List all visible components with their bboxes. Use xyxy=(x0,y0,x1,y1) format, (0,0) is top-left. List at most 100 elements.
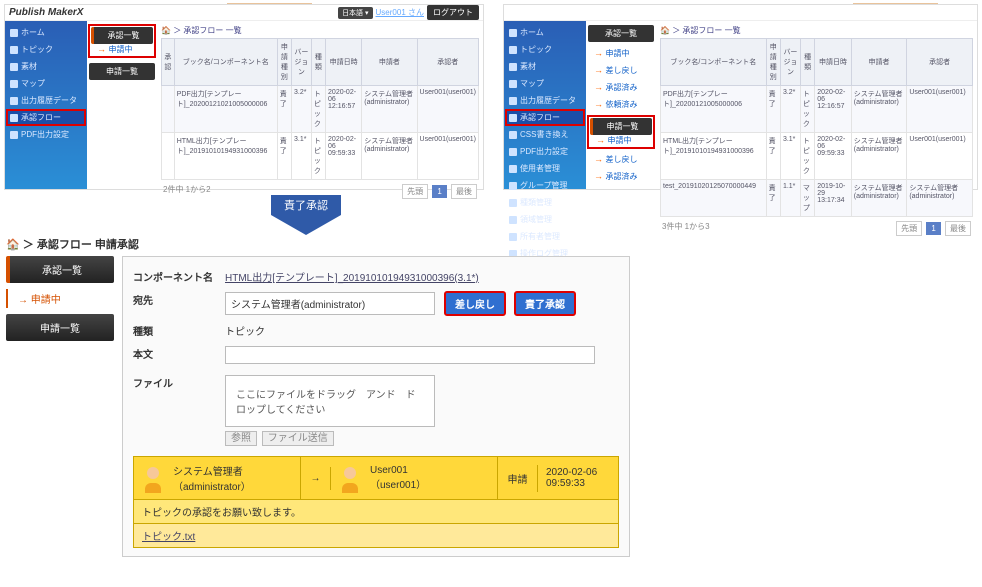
arrow-label: 責了承認 xyxy=(271,195,341,215)
approve-button[interactable]: 責了承認 xyxy=(515,292,575,315)
request-list-button[interactable]: 申請一覧 xyxy=(6,314,114,341)
approver-panel: Publish MakerX 日本語 ▾ User001 さん ログアウト ホー… xyxy=(4,4,484,190)
submenu: 承認一覧 → 申請中 → 差し戻し → 承認済み → 依頼済み 申請一覧 → 申… xyxy=(586,21,656,189)
pager-first[interactable]: 先頭 xyxy=(896,221,922,236)
pager-1[interactable]: 1 xyxy=(432,185,446,198)
sidebar-item-approval[interactable]: 承認フロー xyxy=(506,110,584,125)
submenu-pending-link[interactable]: → 申請中 xyxy=(91,44,153,55)
pending-link[interactable]: → 申請中 xyxy=(6,289,114,308)
breadcrumb: 🏠 ＞ 承認フロー 一覧 xyxy=(660,23,973,38)
l4[interactable]: → 依頼済み xyxy=(588,99,654,110)
sidebar-item-map[interactable]: マップ xyxy=(506,76,584,91)
to-user: User001（user001） xyxy=(370,465,426,491)
sidebar-item-css[interactable]: CSS書き換え xyxy=(506,127,584,142)
file-dropzone[interactable]: ここにファイルをドラッグ アンド ドロップしてください xyxy=(225,375,435,427)
label-body: 本文 xyxy=(133,346,215,361)
send-file-button[interactable]: ファイル送信 xyxy=(262,431,334,446)
user-link[interactable]: User001 さん xyxy=(376,7,424,18)
flow-message: トピックの承認をお願い致します。 xyxy=(134,499,618,523)
pager-last[interactable]: 最後 xyxy=(945,221,971,236)
output-icon xyxy=(10,97,18,105)
sidebar-item-home[interactable]: ホーム xyxy=(506,25,584,40)
approval-list-button[interactable]: 承認一覧 xyxy=(91,27,153,44)
home-icon xyxy=(10,29,18,37)
th[interactable]: 申請者 xyxy=(362,39,417,86)
approval-table: 承認 ブック名/コンポーネント名 申請種別 バージョン 種類 申請日時 申請者 … xyxy=(161,38,479,180)
l3[interactable]: → 承認済み xyxy=(588,82,654,93)
sidebar-item-pdf[interactable]: PDF出力設定 xyxy=(7,127,85,142)
approval-list-button[interactable]: 承認一覧 xyxy=(588,25,654,42)
th[interactable]: バージョン xyxy=(780,39,800,86)
approval-list-button[interactable]: 承認一覧 xyxy=(6,256,114,283)
sidebar-item-map[interactable]: マップ xyxy=(7,76,85,91)
to-input[interactable]: システム管理者(administrator) xyxy=(225,292,435,315)
area-icon xyxy=(509,216,517,224)
th[interactable]: 申請種別 xyxy=(766,39,780,86)
table-row[interactable]: HTML出力[テンプレート]_20191010194931000396責了3.1… xyxy=(162,133,479,180)
th[interactable]: 申請日時 xyxy=(326,39,362,86)
breadcrumb: 🏠 ＞ 承認フロー 申請承認 xyxy=(6,232,630,256)
flow-attachment[interactable]: トピック.txt xyxy=(134,523,618,547)
request-list-button[interactable]: 申請一覧 xyxy=(89,63,155,80)
sidebar: ホーム トピック 素材 マップ 出力履歴データ 承認フロー CSS書き換え PD… xyxy=(504,21,586,189)
logout-button[interactable]: ログアウト xyxy=(427,5,479,20)
home-icon: 🏠 xyxy=(161,26,171,35)
lang-switch[interactable]: 日本語 ▾ xyxy=(338,7,372,19)
pager-last[interactable]: 最後 xyxy=(451,184,477,199)
th[interactable]: 種類 xyxy=(800,39,814,86)
th[interactable]: 申請種別 xyxy=(277,39,291,86)
flow-time: 2020-02-06 09:59:33 xyxy=(538,461,618,495)
return-button[interactable]: 差し戻し xyxy=(445,292,505,315)
approval-icon xyxy=(10,114,18,122)
l6[interactable]: → 差し戻し xyxy=(588,154,654,165)
th[interactable]: ブック名/コンポーネント名 xyxy=(174,39,277,86)
sidebar-item-user[interactable]: 使用者管理 xyxy=(506,161,584,176)
sidebar-item-approval[interactable]: 承認フロー xyxy=(7,110,85,125)
approval-flow-box: システム管理者（administrator） → User001（user001… xyxy=(133,456,619,548)
sidebar-item-topic[interactable]: トピック xyxy=(7,42,85,57)
sidebar-item-home[interactable]: ホーム xyxy=(7,25,85,40)
th[interactable]: ブック名/コンポーネント名 xyxy=(661,39,767,86)
sidebar-item-kind[interactable]: 種類管理 xyxy=(506,195,584,210)
sidebar-item-material[interactable]: 素材 xyxy=(7,59,85,74)
body-input[interactable] xyxy=(225,346,595,364)
approval-icon xyxy=(509,114,517,122)
kind-icon xyxy=(509,199,517,207)
topic-icon xyxy=(509,46,517,54)
home-icon[interactable]: 🏠 xyxy=(6,239,20,251)
sidebar-item-topic[interactable]: トピック xyxy=(506,42,584,57)
sidebar-item-output[interactable]: 出力履歴データ xyxy=(506,93,584,108)
sidebar-item-area[interactable]: 領域管理 xyxy=(506,212,584,227)
pager-first[interactable]: 先頭 xyxy=(402,184,428,199)
th[interactable]: 承認 xyxy=(162,39,175,86)
table-row[interactable]: test_20191020125070000449責了1.1*マップ2019-1… xyxy=(661,180,973,217)
th[interactable]: 申請者 xyxy=(851,39,907,86)
l1[interactable]: → 申請中 xyxy=(588,48,654,59)
arrow-icon: → xyxy=(18,295,31,306)
l7[interactable]: → 承認済み xyxy=(588,171,654,182)
th[interactable]: 申請日時 xyxy=(815,39,851,86)
table-row[interactable]: HTML出力[テンプレート]_20191010194931000396責了3.1… xyxy=(661,133,973,180)
table-row[interactable]: PDF出力[テンプレート]_20200121005000006責了3.2*トピッ… xyxy=(661,86,973,133)
user-icon xyxy=(509,165,517,173)
th[interactable]: 承認者 xyxy=(907,39,973,86)
main-area: 🏠 ＞ 承認フロー 一覧 承認 ブック名/コンポーネント名 申請種別 バージョン… xyxy=(157,21,483,189)
pager: 3件中 1から3 先頭 1 最後 xyxy=(660,217,973,240)
th[interactable]: 承認者 xyxy=(417,39,478,86)
sidebar-item-group[interactable]: グループ管理 xyxy=(506,178,584,193)
l5[interactable]: → 申請中 xyxy=(590,135,652,146)
browse-button[interactable]: 参照 xyxy=(225,431,257,446)
th[interactable]: 種類 xyxy=(311,39,325,86)
flow-arrow: 責了承認 xyxy=(271,195,341,235)
approval-detail-panel: 🏠 ＞ 承認フロー 申請承認 承認一覧 → 申請中 申請一覧 コンポーネント名 … xyxy=(6,232,630,557)
pager-1[interactable]: 1 xyxy=(926,222,940,235)
sidebar-item-pdf[interactable]: PDF出力設定 xyxy=(506,144,584,159)
component-link[interactable]: HTML出力[テンプレート]_20191010194931000396(3.1*… xyxy=(225,273,479,284)
table-row[interactable]: PDF出力[テンプレート]_20200121021005000006責了3.2*… xyxy=(162,86,479,133)
th[interactable]: バージョン xyxy=(292,39,312,86)
map-icon xyxy=(509,80,517,88)
request-list-button[interactable]: 申請一覧 xyxy=(590,118,652,135)
l2[interactable]: → 差し戻し xyxy=(588,65,654,76)
sidebar-item-output[interactable]: 出力履歴データ xyxy=(7,93,85,108)
sidebar-item-material[interactable]: 素材 xyxy=(506,59,584,74)
